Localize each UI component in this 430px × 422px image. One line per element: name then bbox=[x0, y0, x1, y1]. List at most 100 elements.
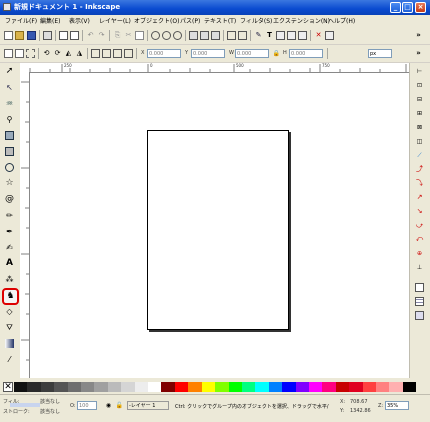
print-icon[interactable] bbox=[43, 31, 52, 40]
app-icon[interactable] bbox=[3, 3, 11, 11]
xml-editor-icon[interactable] bbox=[276, 31, 285, 40]
node-tool-icon[interactable]: ↖ bbox=[5, 83, 14, 92]
snap-text-baseline-icon[interactable]: ⊥ bbox=[415, 263, 424, 272]
document-properties-icon[interactable] bbox=[325, 31, 334, 40]
lock-icon[interactable]: 🔒 bbox=[272, 49, 281, 58]
snap-nodes-icon[interactable]: ⟋ bbox=[415, 151, 424, 160]
more-commands-button[interactable]: » bbox=[414, 31, 423, 40]
maximize-button[interactable]: □ bbox=[402, 2, 413, 13]
color-swatch[interactable] bbox=[54, 382, 68, 392]
rotate-ccw-icon[interactable]: ⟲ bbox=[42, 49, 51, 58]
menu-view[interactable]: 表示(V) bbox=[69, 16, 90, 25]
color-swatch[interactable] bbox=[121, 382, 135, 392]
color-swatch[interactable] bbox=[282, 382, 296, 392]
raise-top-icon[interactable] bbox=[91, 49, 100, 58]
minimize-button[interactable]: _ bbox=[390, 2, 401, 13]
color-swatch[interactable] bbox=[335, 382, 350, 392]
paint-bucket-icon[interactable]: ⛛ bbox=[5, 323, 14, 332]
snap-paths-icon[interactable]: ⤴ bbox=[415, 165, 424, 174]
3dbox-tool-icon[interactable] bbox=[5, 147, 14, 156]
calligraphy-tool-icon[interactable]: ✍ bbox=[5, 243, 14, 252]
import-icon[interactable] bbox=[59, 31, 68, 40]
color-swatch[interactable] bbox=[255, 382, 269, 392]
text-tool-icon[interactable]: A bbox=[5, 259, 14, 268]
color-swatch[interactable] bbox=[362, 382, 376, 392]
color-swatch[interactable] bbox=[81, 382, 95, 392]
spray-tool-icon[interactable]: ⁂ bbox=[5, 275, 14, 284]
undo-icon[interactable]: ↶ bbox=[86, 31, 95, 40]
duplicate-icon[interactable] bbox=[189, 31, 198, 40]
color-swatch[interactable] bbox=[27, 382, 41, 392]
rotate-cw-icon[interactable]: ⟳ bbox=[53, 49, 62, 58]
color-swatch[interactable] bbox=[134, 382, 149, 392]
fill-stroke-indicator[interactable] bbox=[10, 403, 40, 407]
cut-icon[interactable]: ✂ bbox=[124, 31, 133, 40]
align-icon[interactable] bbox=[287, 31, 296, 40]
snap-path-intersection-icon[interactable]: ⤵ bbox=[415, 179, 424, 188]
lower-bottom-icon[interactable] bbox=[124, 49, 133, 58]
opacity-input[interactable]: 100 bbox=[77, 401, 97, 410]
snap-smooth-icon[interactable]: ↘ bbox=[415, 207, 424, 216]
snap-bbox-corner-icon[interactable]: ⊞ bbox=[415, 109, 424, 118]
color-swatch[interactable] bbox=[308, 382, 323, 392]
color-swatch[interactable] bbox=[67, 382, 82, 392]
zoom-drawing-icon[interactable] bbox=[162, 31, 171, 40]
color-swatch[interactable] bbox=[295, 382, 309, 392]
menu-path[interactable]: パス(P) bbox=[180, 16, 200, 25]
color-swatch[interactable] bbox=[375, 382, 390, 392]
color-swatch[interactable] bbox=[161, 382, 175, 392]
snap-bbox-center-icon[interactable]: ◫ bbox=[415, 137, 424, 146]
zoom-input[interactable]: 35% bbox=[385, 401, 409, 410]
ungroup-icon[interactable] bbox=[238, 31, 247, 40]
menu-extensions[interactable]: エクステンション(N) bbox=[273, 16, 330, 25]
tweak-tool-icon[interactable]: ♒ bbox=[5, 99, 14, 108]
export-icon[interactable] bbox=[70, 31, 79, 40]
raise-icon[interactable] bbox=[102, 49, 111, 58]
select-tool-icon[interactable]: ➚ bbox=[5, 67, 14, 76]
snap-page-border-icon[interactable] bbox=[415, 283, 424, 292]
color-swatch[interactable] bbox=[322, 382, 336, 392]
y-input[interactable]: 0.000 bbox=[191, 49, 225, 58]
color-swatch[interactable] bbox=[174, 382, 189, 392]
zoom-selection-icon[interactable] bbox=[151, 31, 160, 40]
rect-tool-icon[interactable] bbox=[5, 131, 14, 140]
zoom-page-icon[interactable] bbox=[173, 31, 182, 40]
menu-layer[interactable]: レイヤー(L) bbox=[99, 16, 131, 25]
snap-rotation-center-icon[interactable]: ⊕ bbox=[415, 249, 424, 258]
color-swatch[interactable] bbox=[228, 382, 242, 392]
group-icon[interactable] bbox=[227, 31, 236, 40]
layer-select[interactable]: -レイヤー 1 bbox=[127, 401, 169, 410]
color-swatch[interactable] bbox=[241, 382, 256, 392]
layer-visibility-icon[interactable]: ◉ bbox=[104, 401, 113, 410]
select-all-layers-icon[interactable] bbox=[15, 49, 24, 58]
snap-grid-icon[interactable] bbox=[415, 297, 424, 306]
gradient-tool-icon[interactable] bbox=[5, 339, 14, 348]
menu-help[interactable]: ヘルプ(H) bbox=[328, 16, 355, 25]
menu-object[interactable]: オブジェクト(O) bbox=[134, 16, 179, 25]
save-icon[interactable] bbox=[27, 31, 36, 40]
zoom-tool-icon[interactable]: ⚲ bbox=[5, 115, 14, 124]
color-swatch[interactable] bbox=[14, 382, 28, 392]
flip-v-icon[interactable]: ◮ bbox=[75, 49, 84, 58]
spiral-tool-icon[interactable]: @ bbox=[5, 195, 14, 204]
redo-icon[interactable]: ↷ bbox=[97, 31, 106, 40]
color-swatch[interactable] bbox=[268, 382, 283, 392]
w-input[interactable]: 0.000 bbox=[235, 49, 269, 58]
color-swatch[interactable] bbox=[148, 382, 162, 392]
unlink-clone-icon[interactable] bbox=[211, 31, 220, 40]
color-swatch[interactable] bbox=[94, 382, 108, 392]
snap-bbox-icon[interactable]: ⊡ bbox=[415, 81, 424, 90]
color-swatch[interactable] bbox=[389, 382, 403, 392]
new-icon[interactable] bbox=[4, 31, 13, 40]
dropper-tool-icon[interactable]: ⁄ bbox=[5, 355, 14, 364]
h-input[interactable]: 0.000 bbox=[289, 49, 323, 58]
bucket-tool-icon[interactable]: ♞ bbox=[2, 288, 19, 305]
ellipse-tool-icon[interactable] bbox=[5, 163, 14, 172]
snap-midpoint-icon[interactable]: ⤻ bbox=[415, 221, 424, 230]
menu-edit[interactable]: 編集(E) bbox=[40, 16, 60, 25]
select-all-icon[interactable] bbox=[4, 49, 13, 58]
layer-lock-icon[interactable]: 🔓 bbox=[115, 401, 124, 410]
menu-filters[interactable]: フィルタ(S) bbox=[240, 16, 272, 25]
pencil-tool-icon[interactable]: ✏ bbox=[5, 211, 14, 220]
text-font-icon[interactable]: T bbox=[265, 31, 274, 40]
